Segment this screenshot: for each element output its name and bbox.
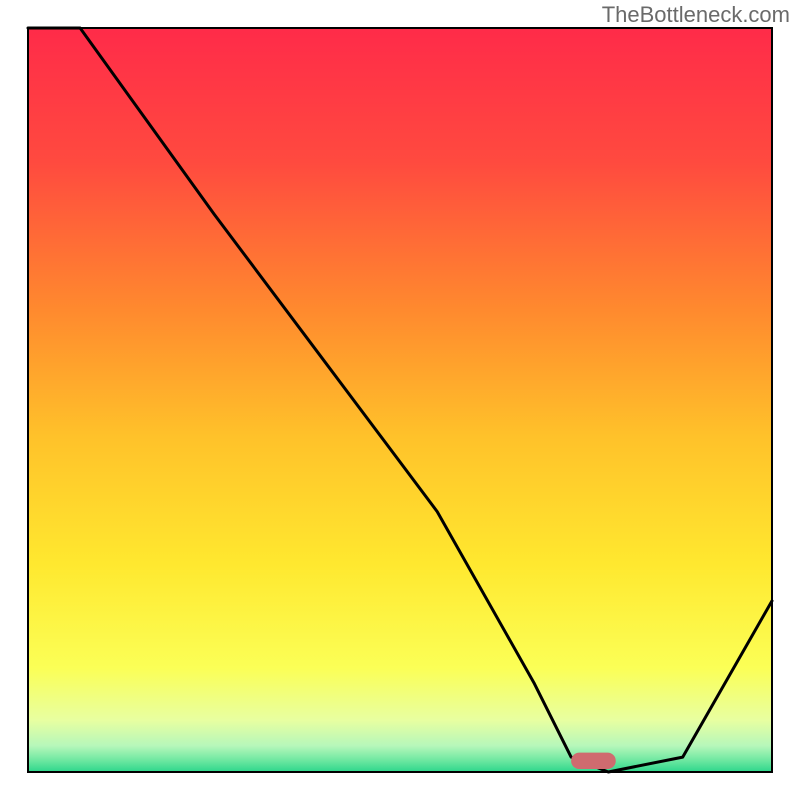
chart-container: TheBottleneck.com <box>0 0 800 800</box>
bottleneck-chart <box>0 0 800 800</box>
optimal-marker <box>571 753 616 769</box>
watermark-text: TheBottleneck.com <box>602 2 790 28</box>
plot-background <box>28 28 772 772</box>
